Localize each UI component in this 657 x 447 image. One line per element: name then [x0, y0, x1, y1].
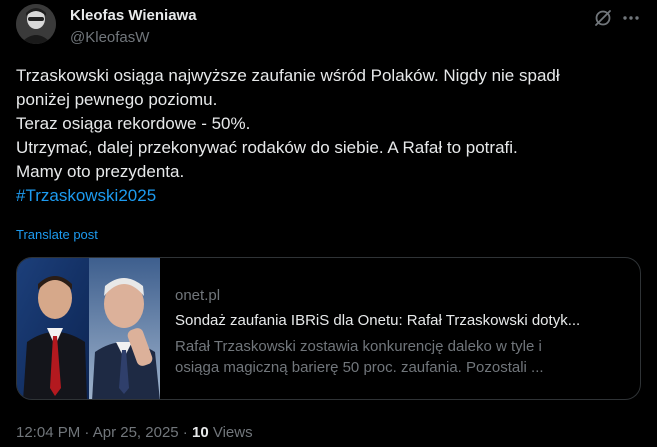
tweet-line: Mamy oto prezydenta. [16, 162, 185, 181]
tweet-date[interactable]: Apr 25, 2025 [93, 424, 179, 441]
author-name[interactable]: Kleofas Wieniawa [70, 7, 197, 24]
views-label: Views [208, 424, 253, 441]
author-handle[interactable]: @KleofasW [70, 29, 149, 46]
link-preview-card[interactable]: onet.pl Sondaż zaufania IBRiS dla Onetu:… [16, 257, 641, 400]
card-description-line: Rafał Trzaskowski zostawia konkurencję d… [175, 338, 542, 355]
card-domain: onet.pl [175, 287, 221, 304]
views-count: 10 [191, 424, 209, 441]
hashtag-link[interactable]: #Trzaskowski2025 [16, 186, 156, 205]
card-description: Rafał Trzaskowski zostawia konkurencję d… [175, 336, 630, 378]
tweet-header: Kleofas Wieniawa @KleofasW [16, 4, 641, 52]
tweet-text: Trzaskowski osiąga najwyższe zaufanie wś… [16, 64, 641, 208]
more-dots-icon[interactable] [620, 7, 642, 29]
card-description-line: osiąga magiczną barierę 50 proc. zaufani… [175, 359, 544, 376]
tweet-line: Trzaskowski osiąga najwyższe zaufanie wś… [16, 66, 560, 85]
tweet-meta: 12:04 PM · Apr 25, 2025 · 10 Views [16, 424, 253, 441]
tweet-time[interactable]: 12:04 PM [16, 424, 80, 441]
card-title: Sondaż zaufania IBRiS dla Onetu: Rafał T… [175, 312, 581, 329]
avatar[interactable] [16, 4, 56, 44]
meta-separator: · [80, 424, 93, 441]
tweet-line: poniżej pewnego poziomu. [16, 90, 218, 109]
tweet-line: Teraz osiąga rekordowe - 50%. [16, 114, 251, 133]
card-thumbnail-image [17, 258, 160, 399]
tweet-line: Utrzymać, dalej przekonywać rodaków do s… [16, 138, 518, 157]
grok-icon[interactable] [592, 7, 614, 29]
meta-separator: · [178, 424, 192, 441]
translate-post-link[interactable]: Translate post [16, 227, 98, 242]
